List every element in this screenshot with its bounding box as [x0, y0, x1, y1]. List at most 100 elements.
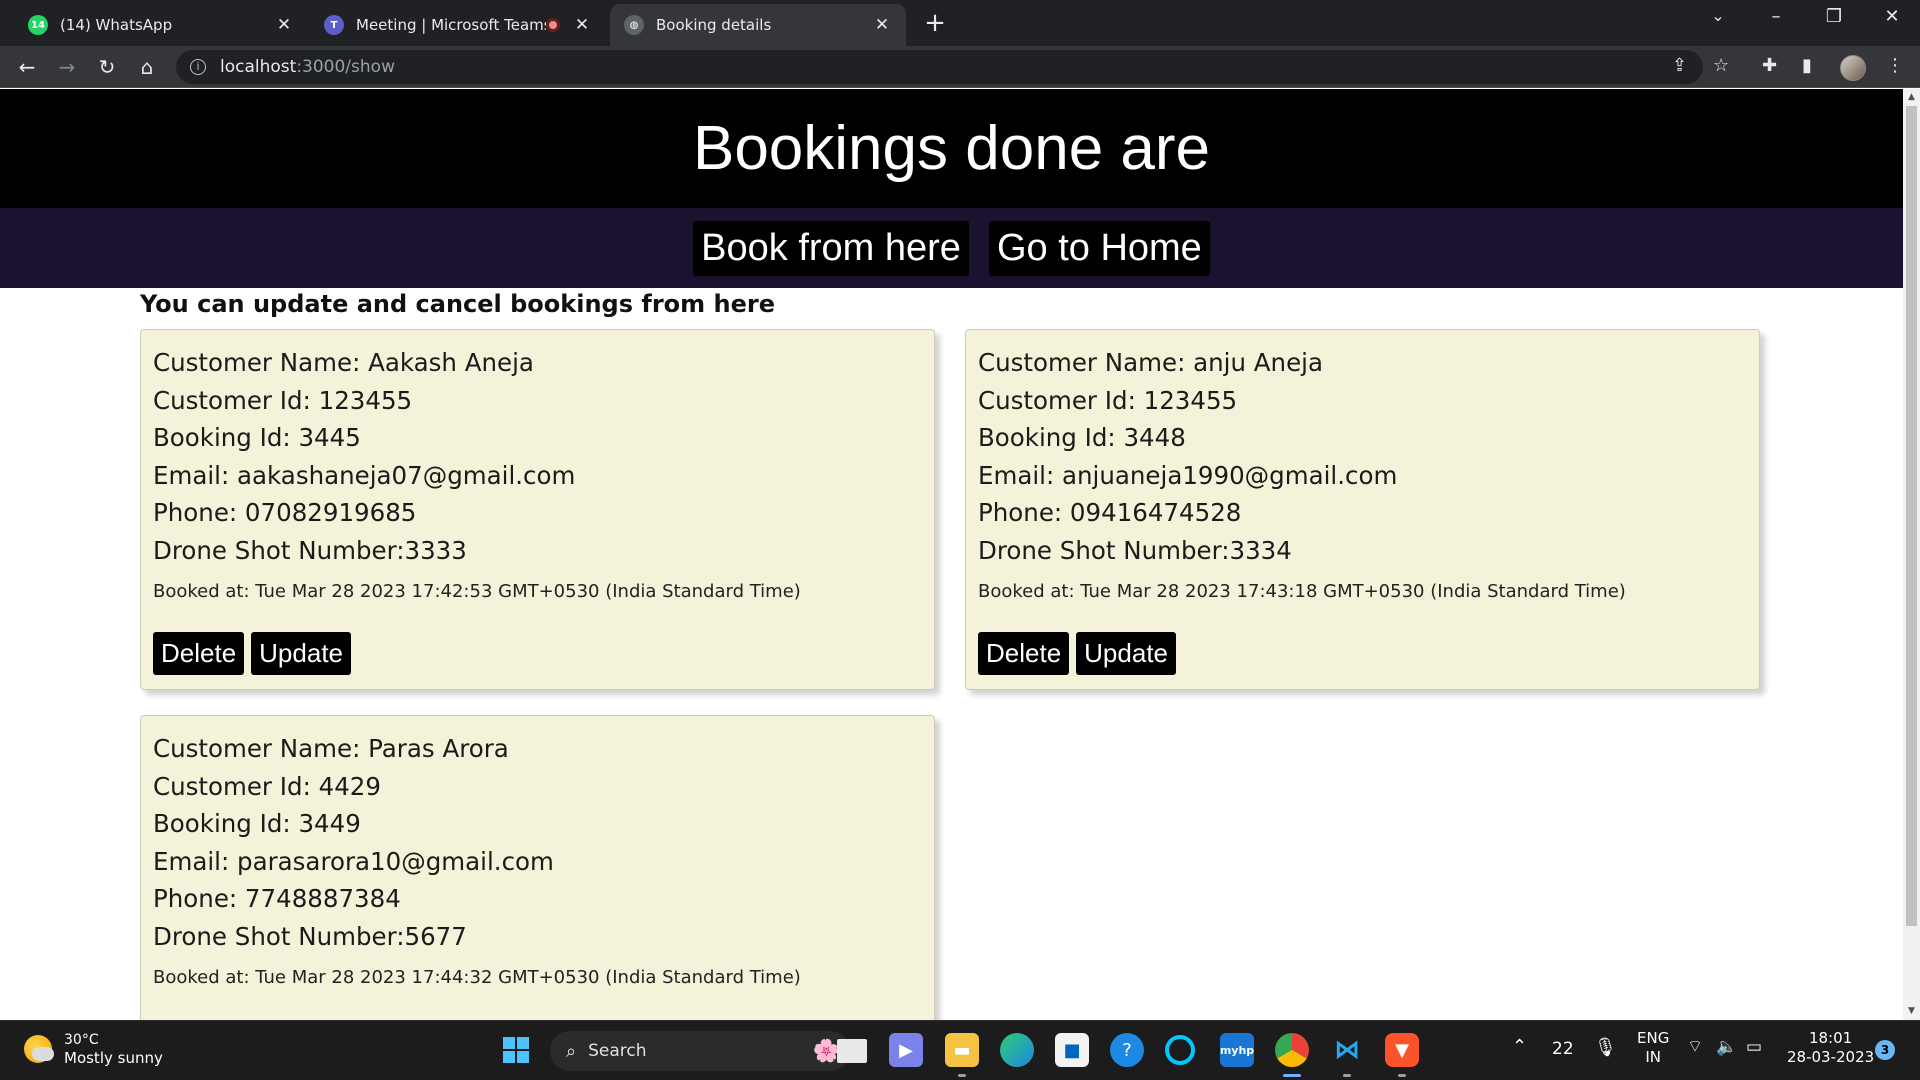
- edge-browser-icon[interactable]: [1000, 1033, 1034, 1067]
- myhp-icon[interactable]: myhp: [1220, 1033, 1254, 1067]
- subtitle: You can update and cancel bookings from …: [140, 290, 775, 318]
- notification-badge[interactable]: 3: [1875, 1040, 1895, 1060]
- page-title: Bookings done are: [0, 89, 1903, 208]
- customer-name: Customer Name: anju Aneja: [978, 348, 1323, 377]
- battery-icon[interactable]: ▭: [1746, 1038, 1762, 1057]
- volume-icon[interactable]: 🔈: [1716, 1038, 1737, 1057]
- cortana-ring-icon[interactable]: [1165, 1035, 1195, 1065]
- bookmark-star-icon[interactable]: ☆: [1713, 55, 1729, 76]
- customer-id: Customer Id: 123455: [978, 385, 1238, 415]
- tray-count: 22: [1552, 1039, 1574, 1059]
- windows-start-icon[interactable]: [499, 1033, 533, 1067]
- close-icon[interactable]: ✕: [274, 15, 294, 35]
- go-to-home-button[interactable]: Go to Home: [988, 220, 1210, 276]
- microphone-icon[interactable]: 🎙: [1594, 1038, 1617, 1057]
- phone: Phone: 7748887384: [153, 884, 401, 913]
- tab-booking-details[interactable]: ◍ Booking details ✕: [610, 4, 906, 46]
- minimize-button[interactable]: –: [1756, 6, 1796, 27]
- microsoft-store-icon[interactable]: ■: [1055, 1033, 1089, 1067]
- phone: Phone: 07082919685: [153, 498, 417, 527]
- vscode-icon[interactable]: ⋈: [1330, 1033, 1364, 1067]
- windows-taskbar: 30°C Mostly sunny ⌕ Search 🌸 ▶ ▬ ■ ? myh…: [0, 1020, 1920, 1080]
- side-panel-icon[interactable]: ▮: [1802, 55, 1812, 76]
- search-highlight-icon: 🌸: [812, 1038, 840, 1064]
- lang-line-2: IN: [1645, 1048, 1661, 1066]
- language-indicator[interactable]: ENG IN: [1637, 1029, 1669, 1067]
- booking-card: Customer Name: anju Aneja Customer Id: 1…: [965, 329, 1760, 690]
- weather-widget[interactable]: 30°C Mostly sunny: [24, 1031, 163, 1067]
- scroll-up-arrow-icon[interactable]: ▲: [1903, 89, 1920, 106]
- chrome-icon[interactable]: [1275, 1033, 1309, 1067]
- forward-arrow-icon[interactable]: →: [52, 52, 82, 82]
- card-actions: Delete Update: [978, 632, 1747, 675]
- new-tab-button[interactable]: +: [920, 8, 950, 38]
- lang-line-1: ENG: [1637, 1029, 1670, 1047]
- restore-button[interactable]: ❐: [1814, 6, 1854, 27]
- email: Email: parasarora10@gmail.com: [153, 846, 554, 876]
- teams-icon: T: [324, 15, 344, 35]
- drone-shot-number: Drone Shot Number:3333: [153, 535, 467, 565]
- update-button[interactable]: Update: [251, 632, 351, 675]
- tab-whatsapp[interactable]: 14 (14) WhatsApp ✕: [14, 4, 308, 46]
- close-icon[interactable]: ✕: [572, 15, 592, 35]
- tab-search-chevron-icon[interactable]: ⌄: [1698, 6, 1738, 25]
- email: Email: anjuaneja1990@gmail.com: [978, 460, 1398, 490]
- file-explorer-icon[interactable]: ▬: [945, 1033, 979, 1067]
- running-indicator: [958, 1074, 966, 1077]
- booking-card: Customer Name: Aakash Aneja Customer Id:…: [140, 329, 935, 690]
- customer-name: Customer Name: Paras Arora: [153, 734, 509, 763]
- extensions-puzzle-icon[interactable]: ✚: [1762, 55, 1777, 76]
- book-from-here-button[interactable]: Book from here: [693, 220, 969, 276]
- delete-button[interactable]: Delete: [978, 632, 1070, 675]
- tab-title: Meeting | Microsoft Teams: [356, 16, 546, 34]
- booking-id: Booking Id: 3448: [978, 423, 1186, 452]
- phone: Phone: 09416474528: [978, 498, 1242, 527]
- customer-id: Customer Id: 123455: [153, 385, 413, 415]
- page-scrollbar[interactable]: ▲ ▼: [1903, 89, 1920, 1020]
- weather-condition: Mostly sunny: [64, 1049, 163, 1067]
- scroll-down-arrow-icon[interactable]: ▼: [1903, 1003, 1920, 1020]
- active-indicator: [1283, 1074, 1301, 1077]
- clock[interactable]: 18:01 28-03-2023: [1787, 1029, 1874, 1067]
- recording-icon: [546, 18, 560, 32]
- close-window-button[interactable]: ✕: [1872, 6, 1912, 27]
- tab-teams[interactable]: T Meeting | Microsoft Teams ✕: [310, 4, 606, 46]
- site-nav: Book from here Go to Home: [0, 208, 1903, 288]
- update-button[interactable]: Update: [1076, 632, 1176, 675]
- profile-avatar[interactable]: [1840, 55, 1866, 81]
- running-indicator: [1343, 1074, 1351, 1077]
- customer-name: Customer Name: Aakash Aneja: [153, 348, 534, 377]
- close-icon[interactable]: ✕: [872, 15, 892, 35]
- globe-icon: ◍: [624, 15, 644, 35]
- running-indicator: [1398, 1074, 1406, 1077]
- browser-tabstrip: 14 (14) WhatsApp ✕ T Meeting | Microsoft…: [0, 0, 1920, 46]
- tray-overflow-chevron-icon[interactable]: ⌃: [1512, 1037, 1527, 1056]
- teams-chat-icon[interactable]: ▶: [889, 1033, 923, 1067]
- task-view-icon[interactable]: [837, 1039, 867, 1063]
- card-actions: Delete Update: [153, 632, 922, 675]
- help-icon[interactable]: ?: [1110, 1033, 1144, 1067]
- site-info-icon[interactable]: i: [190, 59, 206, 75]
- url-host: localhost: [220, 57, 297, 77]
- delete-button[interactable]: Delete: [153, 632, 245, 675]
- customer-id: Customer Id: 4429: [153, 771, 381, 801]
- taskbar-search[interactable]: ⌕ Search 🌸: [550, 1031, 850, 1071]
- address-bar[interactable]: i localhost:3000/show: [176, 50, 1703, 84]
- page-viewport: Bookings done are Book from here Go to H…: [0, 89, 1903, 1020]
- booking-card: Customer Name: Paras Arora Customer Id: …: [140, 715, 935, 1020]
- share-icon[interactable]: ⇪: [1672, 55, 1687, 76]
- partly-sunny-icon: [24, 1035, 54, 1063]
- booking-id: Booking Id: 3449: [153, 809, 361, 838]
- weather-temp: 30°C: [64, 1032, 99, 1048]
- clock-date: 28-03-2023: [1787, 1048, 1875, 1066]
- search-label: Search: [588, 1041, 647, 1061]
- scrollbar-thumb[interactable]: [1906, 106, 1917, 926]
- wifi-icon[interactable]: ⌔: [1687, 1038, 1703, 1057]
- back-arrow-icon[interactable]: ←: [12, 52, 42, 82]
- url-path: :3000/show: [296, 57, 395, 77]
- home-icon[interactable]: ⌂: [132, 52, 162, 82]
- menu-kebab-icon[interactable]: ⋮: [1886, 55, 1904, 76]
- reload-icon[interactable]: ↻: [92, 52, 122, 82]
- search-icon: ⌕: [566, 1040, 577, 1062]
- brave-browser-icon[interactable]: ▼: [1385, 1033, 1419, 1067]
